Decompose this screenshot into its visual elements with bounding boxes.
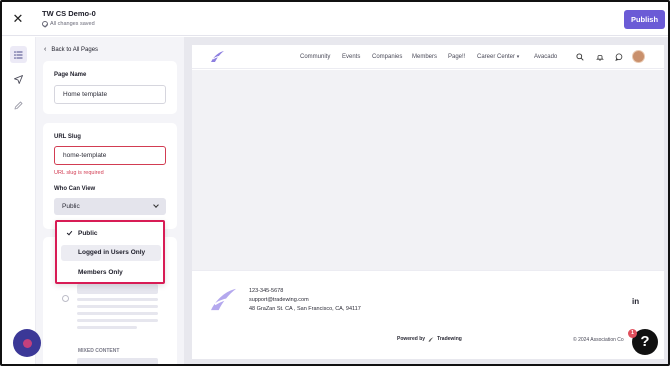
help-badge: 1 (628, 329, 637, 338)
who-can-view-value: Public (62, 203, 80, 210)
navigation-arrow-icon[interactable] (10, 71, 27, 88)
save-status-text: All changes saved (50, 21, 95, 27)
placeholder-line (77, 305, 158, 308)
page-name-card: Page Name Home template (43, 61, 177, 114)
nav-career-center[interactable]: Career Center ▾ (477, 54, 519, 60)
avatar[interactable] (632, 50, 645, 63)
nav-career-center-label: Career Center (477, 54, 516, 60)
search-icon[interactable] (574, 51, 586, 63)
who-can-view-select[interactable]: Public (54, 198, 166, 215)
site-preview: Community Events Companies Members Page!… (192, 45, 664, 359)
bell-icon[interactable] (594, 51, 606, 63)
nav-avacado[interactable]: Avacado (534, 54, 557, 60)
tradewing-logo-icon (428, 336, 434, 342)
footer-address: 48 GraZan St. CA , San Francisco, CA, 94… (249, 306, 361, 312)
option-label: Members Only (78, 269, 123, 276)
chat-icon[interactable] (613, 51, 625, 63)
nav-community[interactable]: Community (300, 54, 330, 60)
page-name-label: Page Name (54, 72, 87, 78)
close-icon[interactable]: ✕ (11, 12, 25, 26)
powered-by-brand: Tradewing (437, 336, 462, 342)
back-to-pages-link[interactable]: ‹ Back to All Pages (44, 46, 98, 53)
chevron-left-icon: ‹ (44, 46, 47, 53)
check-icon (66, 229, 73, 236)
app-window: ✕ TW CS Demo-0 All changes saved Publish… (0, 0, 670, 366)
footer-email[interactable]: support@tradewing.com (249, 297, 309, 303)
who-can-view-label: Who Can View (54, 186, 96, 192)
nav-companies[interactable]: Companies (372, 54, 402, 60)
option-logged-in-users-only[interactable]: Logged in Users Only (61, 245, 161, 261)
chat-bubble-button[interactable] (13, 329, 41, 357)
site-footer: 123-345-5678 support@tradewing.com 48 Gr… (192, 270, 664, 359)
option-public[interactable]: Public (61, 226, 161, 242)
chevron-down-icon (153, 202, 159, 208)
footer-phone: 123-345-5678 (249, 288, 284, 294)
chevron-down-icon: ▾ (516, 54, 520, 60)
linkedin-icon[interactable]: in (632, 297, 639, 306)
nav-events[interactable]: Events (342, 54, 360, 60)
top-bar: ✕ TW CS Demo-0 All changes saved Publish (2, 2, 668, 36)
publish-button[interactable]: Publish (624, 10, 665, 29)
page-settings-panel: ‹ Back to All Pages Page Name Home templ… (36, 37, 184, 364)
nav-members[interactable]: Members (412, 54, 437, 60)
mixed-content-label: MIXED CONTENT (78, 348, 120, 354)
option-label: Public (78, 230, 98, 237)
option-label: Logged in Users Only (78, 249, 146, 256)
placeholder-line (77, 319, 158, 322)
url-slug-input[interactable]: home-template (54, 146, 166, 165)
site-logo-icon[interactable] (210, 50, 225, 68)
save-status: All changes saved (42, 21, 95, 27)
back-link-label: Back to All Pages (51, 46, 99, 53)
access-card: URL Slug home-template URL slug is requi… (43, 123, 177, 229)
url-slug-label: URL Slug (54, 134, 81, 140)
option-members-only[interactable]: Members Only (61, 265, 161, 281)
footer-logo-icon (209, 287, 238, 317)
list-icon[interactable] (10, 46, 27, 63)
placeholder-line (77, 326, 137, 329)
placeholder-line (77, 298, 158, 301)
page-name-input[interactable]: Home template (54, 85, 166, 104)
footer-copyright: © 2024 Association Co (573, 337, 624, 343)
powered-by: Powered by Tradewing (397, 336, 462, 342)
who-can-view-dropdown: Public Logged in Users Only Members Only (55, 220, 165, 284)
nav-page[interactable]: Page!! (448, 54, 465, 60)
template-radio[interactable] (62, 295, 69, 302)
site-content-area (192, 70, 664, 270)
template-thumbnail (77, 358, 158, 364)
powered-by-label: Powered by (397, 336, 426, 342)
url-slug-error: URL slug is required (54, 170, 104, 176)
site-navbar: Community Events Companies Members Page!… (192, 45, 664, 69)
page-title: TW CS Demo-0 (42, 9, 96, 18)
check-circle-icon (42, 21, 48, 27)
template-thumbnail (77, 284, 158, 294)
pen-icon[interactable] (10, 97, 27, 114)
chat-dot-icon (22, 338, 32, 348)
left-rail (2, 37, 36, 364)
placeholder-line (77, 312, 158, 315)
